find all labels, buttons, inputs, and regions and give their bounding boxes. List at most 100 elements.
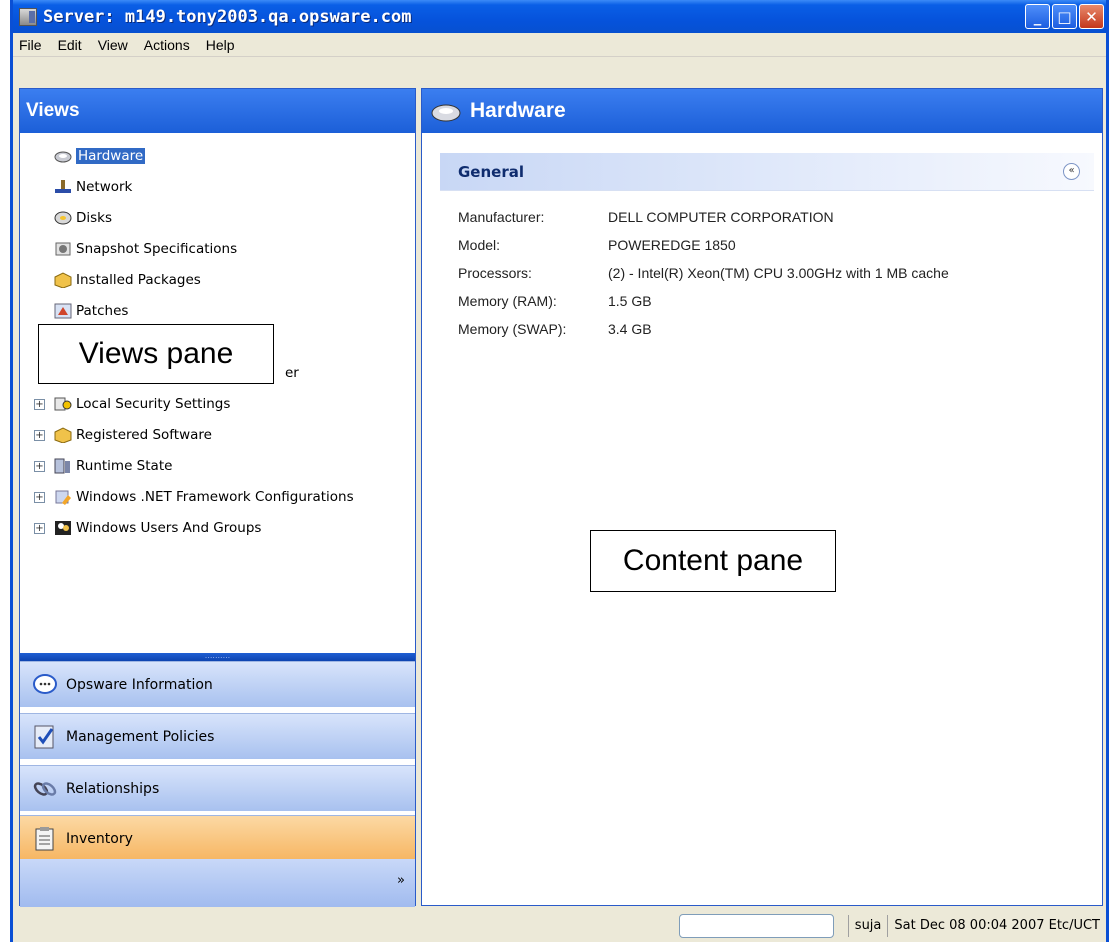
menu-edit[interactable]: Edit xyxy=(52,37,92,53)
bar-button-label: Relationships xyxy=(66,780,160,797)
menu-actions[interactable]: Actions xyxy=(138,37,200,53)
close-button[interactable]: ✕ xyxy=(1079,4,1104,29)
hardware-icon xyxy=(54,148,72,164)
server-window: Server: m149.tony2003.qa.opsware.com _ □… xyxy=(10,0,1109,942)
tree-item-label: Registered Software xyxy=(76,427,212,443)
tree-item-runtime-state[interactable]: Runtime State xyxy=(54,455,172,477)
property-label: Manufacturer: xyxy=(458,209,545,225)
property-value: POWEREDGE 1850 xyxy=(608,237,736,253)
expand-toggle[interactable]: + xyxy=(34,461,45,472)
inventory-button[interactable]: Inventory xyxy=(20,815,415,861)
network-icon xyxy=(54,179,72,195)
property-label: Memory (RAM): xyxy=(458,293,557,309)
tree-item-label: Local Security Settings xyxy=(76,396,231,412)
views-header: Views xyxy=(20,89,415,133)
menu-help[interactable]: Help xyxy=(200,37,245,53)
tree-item-label: er xyxy=(285,365,299,381)
section-title: General xyxy=(458,162,524,181)
tree-item-partial[interactable]: er xyxy=(285,362,299,384)
content-title: Hardware xyxy=(470,99,566,122)
property-label: Memory (SWAP): xyxy=(458,321,567,337)
status-divider xyxy=(887,914,889,937)
property-value: 3.4 GB xyxy=(608,321,652,337)
tree-item-disks[interactable]: Disks xyxy=(54,207,112,229)
policy-icon xyxy=(32,724,58,750)
status-user: suja xyxy=(854,918,882,933)
property-row: Memory (SWAP): 3.4 GB xyxy=(458,315,949,343)
tree-item-label: Runtime State xyxy=(76,458,173,474)
title-bar[interactable]: Server: m149.tony2003.qa.opsware.com _ □… xyxy=(13,0,1106,33)
bar-overflow: » xyxy=(20,859,415,907)
window-title: Server: m149.tony2003.qa.opsware.com xyxy=(43,6,412,27)
users-icon xyxy=(54,520,72,536)
pane-splitter[interactable]: .......... xyxy=(20,652,415,661)
tree-item-patches[interactable]: Patches xyxy=(54,300,128,322)
properties-list: Manufacturer: DELL COMPUTER CORPORATION … xyxy=(458,203,949,343)
patch-icon xyxy=(54,303,72,319)
tree-item-hardware[interactable]: Hardware xyxy=(54,145,146,167)
tree-item-windows-users-groups[interactable]: Windows Users And Groups xyxy=(54,517,261,539)
expand-toggle[interactable]: + xyxy=(34,430,45,441)
property-row: Model: POWEREDGE 1850 xyxy=(458,231,949,259)
expand-toggle[interactable]: + xyxy=(34,399,45,410)
expand-toggle[interactable]: + xyxy=(34,523,45,534)
security-icon xyxy=(54,396,72,412)
property-label: Processors: xyxy=(458,265,532,281)
speech-bubble-icon xyxy=(32,672,58,698)
property-value: (2) - Intel(R) Xeon(TM) CPU 3.00GHz with… xyxy=(608,265,949,281)
package-icon xyxy=(54,272,72,289)
status-bar: suja Sat Dec 08 00:04 2007 Etc/UCT xyxy=(13,909,1106,942)
hardware-icon xyxy=(430,99,462,123)
content-pane-annotation: Content pane xyxy=(590,530,836,592)
server-app-icon xyxy=(19,7,37,26)
menu-view[interactable]: View xyxy=(92,37,138,53)
bar-button-label: Opsware Information xyxy=(66,676,213,693)
tree-item-label: Windows .NET Framework Configurations xyxy=(76,489,354,505)
bar-button-label: Management Policies xyxy=(66,728,215,745)
menu-file[interactable]: File xyxy=(13,37,52,53)
views-pane-annotation: Views pane xyxy=(38,324,274,384)
status-divider xyxy=(847,914,849,937)
property-row: Processors: (2) - Intel(R) Xeon(TM) CPU … xyxy=(458,259,949,287)
management-policies-button[interactable]: Management Policies xyxy=(20,713,415,759)
maximize-button[interactable]: □ xyxy=(1052,4,1077,29)
more-chevron-icon[interactable]: » xyxy=(397,873,405,888)
server-icon xyxy=(54,458,72,474)
property-row: Manufacturer: DELL COMPUTER CORPORATION xyxy=(458,203,949,231)
property-value: 1.5 GB xyxy=(608,293,652,309)
tree-item-label: Patches xyxy=(76,303,129,319)
general-section-header[interactable]: General « xyxy=(440,153,1094,191)
tree-item-registered-software[interactable]: Registered Software xyxy=(54,424,212,446)
link-icon xyxy=(32,776,58,802)
tree-item-local-security-settings[interactable]: Local Security Settings xyxy=(54,393,230,415)
content-pane: Hardware General « Manufacturer: DELL CO… xyxy=(421,88,1103,906)
tree-item-network[interactable]: Network xyxy=(54,176,132,198)
clipboard-icon xyxy=(32,826,58,852)
snapshot-icon xyxy=(54,241,72,257)
tree-item-label: Network xyxy=(76,179,133,195)
content-header: Hardware xyxy=(422,89,1102,133)
tree-item-label: Disks xyxy=(76,210,113,226)
tree-item-label: Snapshot Specifications xyxy=(76,241,238,257)
views-tree: Hardware Network Disks Snapshot Specific… xyxy=(20,133,415,653)
tree-item-dotnet-configurations[interactable]: Windows .NET Framework Configurations xyxy=(54,486,354,508)
tree-item-label: Windows Users And Groups xyxy=(76,520,262,536)
collapse-icon[interactable]: « xyxy=(1063,163,1080,180)
expand-toggle[interactable]: + xyxy=(34,492,45,503)
bar-button-label: Inventory xyxy=(66,830,133,847)
dotnet-icon xyxy=(54,489,72,505)
tree-item-label: Hardware xyxy=(76,148,146,164)
tree-item-installed-packages[interactable]: Installed Packages xyxy=(54,269,201,291)
property-value: DELL COMPUTER CORPORATION xyxy=(608,209,834,225)
status-input[interactable] xyxy=(678,913,834,938)
window-controls: _ □ ✕ xyxy=(1025,4,1104,29)
tree-item-label: Installed Packages xyxy=(76,272,201,288)
property-row: Memory (RAM): 1.5 GB xyxy=(458,287,949,315)
tree-item-snapshot-specifications[interactable]: Snapshot Specifications xyxy=(54,238,237,260)
property-label: Model: xyxy=(458,237,501,253)
status-datetime: Sat Dec 08 00:04 2007 Etc/UCT xyxy=(894,918,1100,933)
opsware-information-button[interactable]: Opsware Information xyxy=(20,661,415,707)
minimize-button[interactable]: _ xyxy=(1025,4,1050,29)
menu-bar: File Edit View Actions Help xyxy=(13,33,1106,57)
relationships-button[interactable]: Relationships xyxy=(20,765,415,811)
